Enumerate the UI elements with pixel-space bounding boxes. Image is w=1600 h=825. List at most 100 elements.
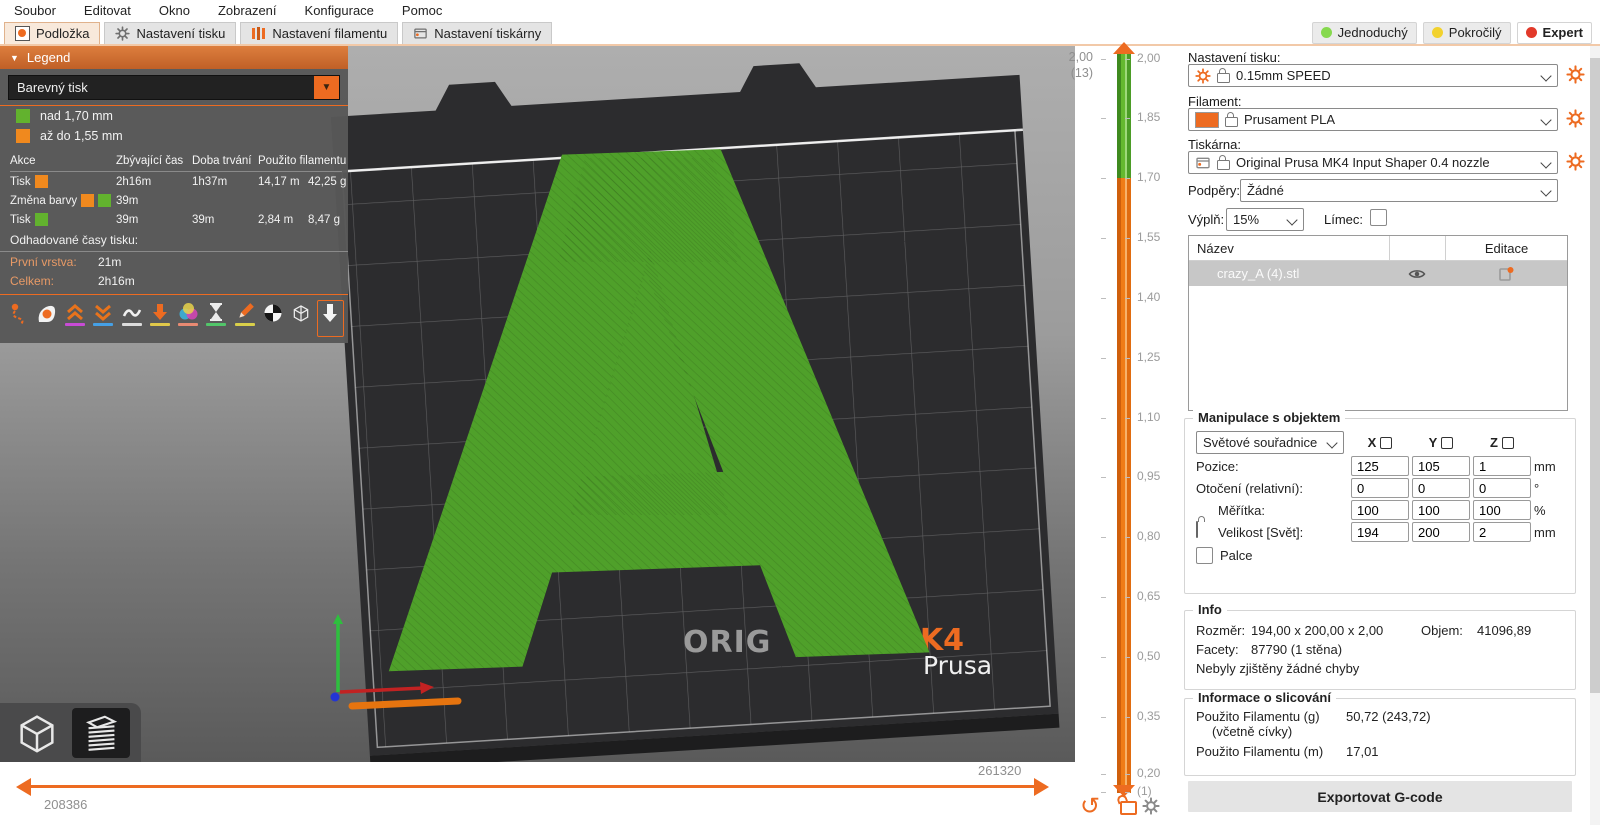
view-type-select[interactable]: Barevný tisk ▼: [8, 75, 340, 100]
scale-y-field[interactable]: [1412, 500, 1470, 520]
advanced-mode-dot-icon: [1432, 27, 1443, 38]
infill-select[interactable]: 15%: [1226, 208, 1304, 231]
travel-moves-icon[interactable]: [6, 301, 31, 336]
legend-item-above: nad 1,70 mm: [0, 106, 348, 126]
supports-select[interactable]: Žádné: [1240, 179, 1558, 202]
scale-z-field[interactable]: [1473, 500, 1531, 520]
scale-row: Měřítka: %: [1196, 500, 1567, 520]
tool-changes-icon[interactable]: [147, 301, 172, 336]
menu-bar: Soubor Editovat Okno Zobrazení Konfigura…: [0, 0, 1600, 21]
expert-mode-dot-icon: [1526, 27, 1537, 38]
export-gcode-button[interactable]: Exportovat G-code: [1188, 781, 1572, 812]
position-x-field[interactable]: [1351, 456, 1409, 476]
rotation-x-field[interactable]: [1351, 478, 1409, 498]
print-settings-select[interactable]: 0.15mm SPEED: [1188, 64, 1558, 87]
seams-icon[interactable]: [119, 301, 144, 336]
panel-scrollbar[interactable]: [1590, 46, 1600, 825]
uniform-scale-lock-icon[interactable]: [1196, 522, 1198, 537]
menu-okno[interactable]: Okno: [145, 0, 204, 21]
wipe-icon[interactable]: [34, 301, 59, 336]
table-row: Tisk 2h16m 1h37m 14,17 m 42,25 g: [10, 172, 342, 191]
filament-color-swatch: [1195, 112, 1219, 128]
orange-swatch: [81, 194, 94, 207]
deretractions-icon[interactable]: [91, 301, 116, 336]
color-changes-icon[interactable]: [176, 301, 201, 336]
shells-icon[interactable]: [289, 301, 314, 336]
coordinate-system-select[interactable]: Světové souřadnice: [1196, 431, 1344, 454]
brim-checkbox[interactable]: [1370, 209, 1387, 226]
layer-slider-top-count: (13): [1057, 66, 1093, 80]
dropdown-arrow-icon[interactable]: ▼: [314, 76, 339, 99]
info-section: Info Rozměr: 194,00 x 200,00 x 2,00 Obje…: [1184, 610, 1576, 690]
edit-print-settings-gear-icon[interactable]: [1566, 65, 1585, 84]
inches-checkbox[interactable]: [1196, 547, 1213, 564]
manipulation-title: Manipulace s objektem: [1193, 410, 1345, 425]
hslider-left-thumb[interactable]: [16, 778, 31, 796]
table-row: Změna barvy 39m: [10, 191, 342, 210]
tab-printer-settings[interactable]: Nastavení tiskárny: [402, 22, 552, 44]
printer-select[interactable]: Original Prusa MK4 Input Shaper 0.4 nozz…: [1188, 151, 1558, 174]
edit-printer-gear-icon[interactable]: [1566, 152, 1585, 171]
custom-gcode-icon[interactable]: [232, 301, 257, 336]
rotation-z-field[interactable]: [1473, 478, 1531, 498]
edit-filament-gear-icon[interactable]: [1566, 109, 1585, 128]
legend-header[interactable]: ▼ Legend: [0, 46, 348, 69]
eye-icon[interactable]: [1389, 265, 1445, 283]
menu-konfigurace[interactable]: Konfigurace: [291, 0, 388, 21]
retractions-icon[interactable]: [63, 301, 88, 336]
tab-print-settings[interactable]: Nastavení tisku: [104, 22, 236, 44]
unlock-icon[interactable]: [1120, 801, 1137, 815]
axis-settings-icon[interactable]: [1380, 437, 1392, 449]
position-z-field[interactable]: [1473, 456, 1531, 476]
filament-g-row: Použito Filamentu (g) 50,72 (243,72): [1196, 709, 1567, 724]
tab-print-settings-label: Nastavení tisku: [136, 26, 225, 41]
model-letter-a[interactable]: [363, 46, 944, 762]
pause-prints-icon[interactable]: [204, 301, 229, 336]
edit-object-icon[interactable]: [1445, 266, 1567, 282]
printer-icon: [1195, 155, 1211, 171]
scale-x-field[interactable]: [1351, 500, 1409, 520]
name-column-header: Název: [1189, 241, 1389, 256]
reset-view-icon[interactable]: ↺: [1080, 797, 1100, 817]
axis-z-header: Z: [1473, 435, 1531, 450]
size-x-field[interactable]: [1351, 522, 1409, 542]
menu-soubor[interactable]: Soubor: [0, 0, 70, 21]
menu-zobrazeni[interactable]: Zobrazení: [204, 0, 291, 21]
tab-plater[interactable]: Podložka: [4, 22, 100, 44]
menu-pomoc[interactable]: Pomoc: [388, 0, 456, 21]
center-of-mass-icon[interactable]: [260, 301, 285, 336]
panel-scrollbar-thumb[interactable]: [1590, 58, 1600, 693]
object-row[interactable]: crazy_A (4).stl: [1189, 261, 1567, 286]
tab-filament-settings[interactable]: Nastavení filamentu: [240, 22, 398, 44]
inches-row: Palce: [1196, 547, 1567, 564]
inches-label: Palce: [1220, 548, 1253, 563]
slider-settings-gear-icon[interactable]: [1142, 797, 1162, 817]
size-z-field[interactable]: [1473, 522, 1531, 542]
axis-settings-icon[interactable]: [1502, 437, 1514, 449]
layer-slider-top-thumb[interactable]: [1113, 42, 1135, 54]
tab-plater-label: Podložka: [36, 26, 89, 41]
size-y-field[interactable]: [1412, 522, 1470, 542]
green-swatch: [35, 213, 48, 226]
mode-simple[interactable]: Jednoduchý: [1312, 22, 1417, 44]
collapse-icon[interactable]: ▼: [10, 53, 19, 63]
hslider-track[interactable]: [30, 785, 1034, 788]
object-list[interactable]: Název Editace crazy_A (4).stl: [1188, 235, 1568, 411]
filament-g-sub-row: (včetně cívky): [1196, 724, 1567, 739]
axis-settings-icon[interactable]: [1441, 437, 1453, 449]
mode-expert[interactable]: Expert: [1517, 22, 1592, 44]
lock-icon: [1225, 117, 1238, 127]
position-y-field[interactable]: [1412, 456, 1470, 476]
mode-advanced[interactable]: Pokročilý: [1423, 22, 1511, 44]
layer-slider-track[interactable]: [1117, 52, 1131, 793]
menu-editovat[interactable]: Editovat: [70, 0, 145, 21]
legend-toggle-icon[interactable]: [317, 300, 344, 337]
editor-view-button[interactable]: [8, 708, 66, 758]
mode-simple-label: Jednoduchý: [1338, 25, 1408, 40]
legend-panel: ▼ Legend Barevný tisk ▼ nad 1,70 mm až d…: [0, 46, 348, 343]
preview-view-button[interactable]: [72, 708, 130, 758]
colorprint-table: Akce Zbývající čas Doba trvání Použito f…: [0, 146, 348, 229]
rotation-y-field[interactable]: [1412, 478, 1470, 498]
hslider-right-thumb[interactable]: [1034, 778, 1049, 796]
filament-select[interactable]: Prusament PLA: [1188, 108, 1558, 131]
